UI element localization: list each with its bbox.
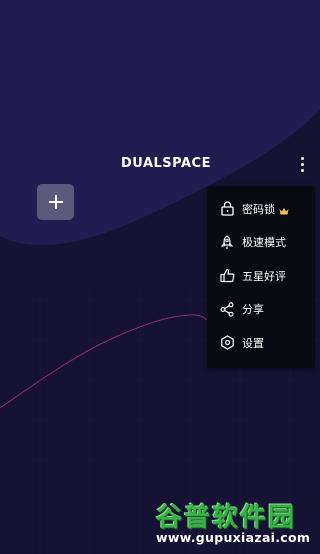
- watermark-title: 谷普软件园: [156, 503, 297, 533]
- overflow-menu: 密码锁 极速模式 五星好评 分享 设置: [207, 186, 315, 368]
- add-app-button[interactable]: [37, 184, 74, 220]
- watermark: 谷普软件园 www.gupuxiazai.com: [150, 497, 320, 554]
- lock-icon: [219, 201, 235, 217]
- menu-item-settings[interactable]: 设置: [207, 326, 315, 360]
- menu-item-password-lock[interactable]: 密码锁: [207, 192, 315, 226]
- menu-item-speed-mode[interactable]: 极速模式: [207, 226, 315, 260]
- crown-icon: [279, 205, 289, 215]
- app-logo: DUALSPACE: [121, 156, 211, 171]
- more-vertical-icon[interactable]: [292, 153, 312, 175]
- rocket-icon: [219, 234, 235, 250]
- share-icon: [219, 301, 235, 317]
- plus-icon: [48, 195, 63, 209]
- settings-icon: [219, 335, 235, 351]
- watermark-url: www.gupuxiazai.com: [156, 530, 311, 545]
- menu-item-label: 分享: [242, 303, 264, 317]
- thumbs-up-icon: [219, 268, 235, 284]
- menu-item-label: 极速模式: [242, 236, 286, 250]
- menu-item-five-star-rating[interactable]: 五星好评: [207, 259, 315, 293]
- menu-item-label: 五星好评: [242, 269, 286, 283]
- menu-item-share[interactable]: 分享: [207, 293, 315, 327]
- menu-item-label: 密码锁: [242, 202, 275, 216]
- menu-item-label: 设置: [242, 336, 264, 350]
